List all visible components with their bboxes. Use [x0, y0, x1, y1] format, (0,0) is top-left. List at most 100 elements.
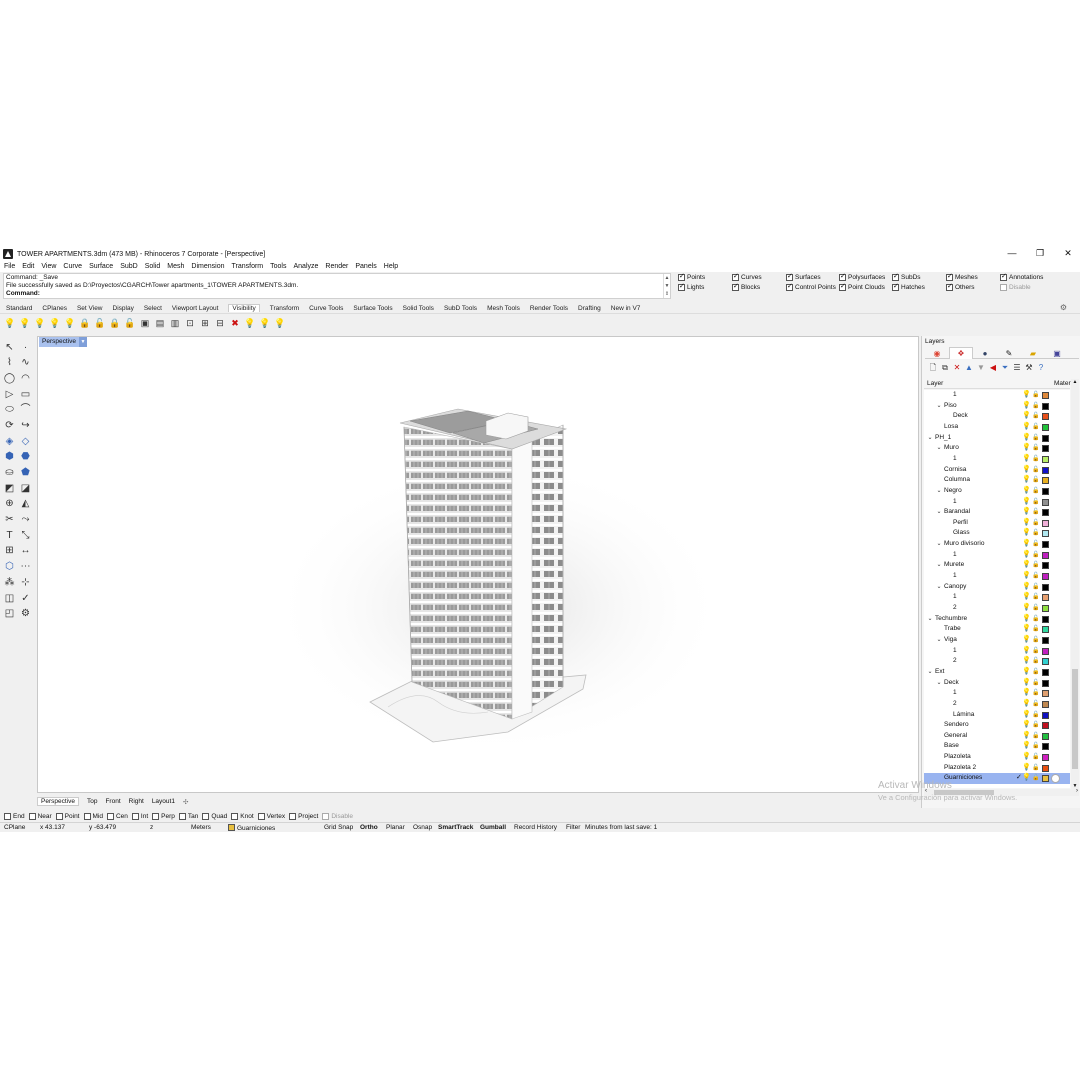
- command-prompt[interactable]: Command:: [6, 290, 670, 298]
- layer-row[interactable]: ⌄ Viga 💡 🔓: [924, 635, 1070, 646]
- layer-row[interactable]: Trabe 💡 🔓: [924, 624, 1070, 635]
- layer-row[interactable]: 2 💡 🔓: [924, 699, 1070, 710]
- unlock-icon[interactable]: 🔓: [94, 317, 106, 329]
- visibility-bulb-icon[interactable]: 💡: [1022, 773, 1031, 784]
- lock-toggle-icon[interactable]: 🔓: [1032, 624, 1039, 635]
- menu-solid[interactable]: Solid: [145, 263, 161, 270]
- layer-name[interactable]: 2: [953, 699, 957, 710]
- delete-hidden-icon[interactable]: ✖: [229, 317, 241, 329]
- tab-display[interactable]: ✎: [997, 347, 1021, 359]
- lock-toggle-icon[interactable]: 🔓: [1032, 741, 1039, 752]
- osnap-vertex[interactable]: Vertex: [257, 812, 285, 820]
- layer-name[interactable]: Plazoleta 2: [944, 763, 976, 774]
- layer-name[interactable]: Ext: [935, 667, 944, 678]
- layer-color-swatch[interactable]: [1042, 402, 1049, 410]
- expand-chevron-icon[interactable]: ⌄: [927, 614, 933, 625]
- layer-row[interactable]: Lámina 💡 🔓: [924, 710, 1070, 721]
- menu-dimension[interactable]: Dimension: [191, 263, 224, 270]
- filter-checkbox[interactable]: [678, 272, 685, 282]
- osnap-checkbox[interactable]: [106, 812, 114, 820]
- filter-icon[interactable]: ⏷: [1000, 363, 1010, 373]
- osnap-perp[interactable]: Perp: [152, 812, 175, 820]
- layer-name[interactable]: Glass: [953, 528, 970, 539]
- col-material[interactable]: Mater: [1054, 380, 1071, 387]
- layer-color-swatch[interactable]: [1042, 636, 1049, 644]
- filter-checkbox[interactable]: [732, 272, 739, 282]
- view-tab-front[interactable]: Front: [105, 798, 120, 805]
- layer-name[interactable]: Sendero: [944, 720, 969, 731]
- osnap-quad[interactable]: Quad: [202, 812, 227, 820]
- tab-mesh-tools[interactable]: Mesh Tools: [487, 305, 520, 312]
- layer-color-swatch[interactable]: [1042, 487, 1049, 495]
- layer-color-swatch[interactable]: [1042, 466, 1049, 474]
- sphere-icon[interactable]: ⬣: [18, 450, 33, 465]
- tab-transform[interactable]: Transform: [270, 305, 299, 312]
- visibility-bulb-icon[interactable]: 💡: [1022, 656, 1031, 667]
- layer-color-swatch[interactable]: [1042, 722, 1049, 730]
- lock-toggle-icon[interactable]: 🔓: [1032, 688, 1039, 699]
- add-layout-icon[interactable]: ✣: [183, 798, 188, 806]
- mesh-icon[interactable]: ⊕: [2, 497, 17, 512]
- expand-chevron-icon[interactable]: ⌄: [936, 678, 942, 689]
- show-all-icon[interactable]: 💡: [64, 317, 76, 329]
- grid-icon[interactable]: ⋯: [18, 560, 33, 575]
- layer-color-swatch[interactable]: [1042, 754, 1049, 762]
- trim-icon[interactable]: ✂: [2, 513, 17, 528]
- osnap-int[interactable]: Int: [131, 812, 148, 820]
- lock-swap-icon[interactable]: 🔒: [109, 317, 121, 329]
- lock-toggle-icon[interactable]: 🔓: [1032, 592, 1039, 603]
- layer-row[interactable]: Columna 💡 🔓: [924, 475, 1070, 486]
- visibility-bulb-icon[interactable]: 💡: [1022, 454, 1031, 465]
- layer-row[interactable]: ⌄ Canopy 💡 🔓: [924, 582, 1070, 593]
- layer-color-swatch[interactable]: [1042, 743, 1049, 751]
- layer-name[interactable]: 1: [953, 550, 957, 561]
- layer-row[interactable]: 2 💡 🔓: [924, 603, 1070, 614]
- layer-color-swatch[interactable]: [1042, 434, 1049, 442]
- scroll-up-icon[interactable]: ▲: [1071, 379, 1079, 385]
- filter-lights[interactable]: Lights: [678, 282, 704, 292]
- osnap-mid[interactable]: Mid: [83, 812, 103, 820]
- layer-row[interactable]: ⌄ Deck 💡 🔓: [924, 678, 1070, 689]
- layer-color-swatch[interactable]: [1042, 711, 1049, 719]
- filter-checkbox[interactable]: [786, 272, 793, 282]
- expand-chevron-icon[interactable]: ⌄: [936, 560, 942, 571]
- layer-color-swatch[interactable]: [1042, 530, 1049, 538]
- osnap-checkbox[interactable]: [83, 812, 91, 820]
- layer-row[interactable]: 1 💡 🔓: [924, 497, 1070, 508]
- layer-row[interactable]: 1 💡 🔓: [924, 390, 1070, 401]
- layer-color-swatch[interactable]: [1042, 392, 1049, 399]
- lock-toggle-icon[interactable]: 🔓: [1032, 560, 1039, 571]
- layer-row[interactable]: Guarniciones ✓ 💡 🔓: [924, 773, 1070, 785]
- lock-toggle-icon[interactable]: 🔓: [1032, 571, 1039, 582]
- lock-toggle-icon[interactable]: 🔓: [1032, 710, 1039, 721]
- lock-toggle-icon[interactable]: 🔓: [1032, 582, 1039, 593]
- layer-row[interactable]: ⌄ Techumbre 💡 🔓: [924, 614, 1070, 625]
- layer-tools-icon[interactable]: ⚒: [1024, 363, 1034, 373]
- lock-toggle-icon[interactable]: 🔓: [1032, 773, 1039, 784]
- lock-toggle-icon[interactable]: 🔓: [1032, 699, 1039, 710]
- layer-color-swatch[interactable]: [1042, 541, 1049, 549]
- layer-row[interactable]: General 💡 🔓: [924, 731, 1070, 742]
- layer-color-swatch[interactable]: [1042, 519, 1049, 527]
- command-scrollbar[interactable]: ▲ ▼ ⇕: [663, 274, 670, 298]
- tab-surface-tools[interactable]: Surface Tools: [353, 305, 392, 312]
- layer-row[interactable]: ⌄ Piso 💡 🔓: [924, 401, 1070, 412]
- visibility-bulb-icon[interactable]: 💡: [1022, 401, 1031, 412]
- lock-toggle-icon[interactable]: 🔓: [1032, 497, 1039, 508]
- layer-row[interactable]: 1 💡 🔓: [924, 454, 1070, 465]
- cylinder-icon[interactable]: ⛀: [2, 466, 17, 481]
- osnap-checkbox[interactable]: [55, 812, 63, 820]
- filter-meshes[interactable]: Meshes: [946, 272, 978, 282]
- show-layer-icon[interactable]: 💡: [244, 317, 256, 329]
- blend-icon[interactable]: ↪: [18, 418, 33, 433]
- select-arrow-icon[interactable]: ↖: [2, 340, 17, 355]
- layer-color-swatch[interactable]: [1042, 658, 1049, 666]
- expand-chevron-icon[interactable]: ⌄: [936, 443, 942, 454]
- layer-name[interactable]: 2: [953, 656, 957, 667]
- tab-visibility[interactable]: Visibility: [228, 304, 260, 312]
- tab-named-views[interactable]: ▣: [1045, 347, 1069, 359]
- filter-point-clouds[interactable]: Point Clouds: [839, 282, 885, 292]
- isolate-icon[interactable]: ⊡: [184, 317, 196, 329]
- layer-color-swatch[interactable]: [1042, 423, 1049, 431]
- current-layer[interactable]: Guarniciones: [228, 824, 275, 832]
